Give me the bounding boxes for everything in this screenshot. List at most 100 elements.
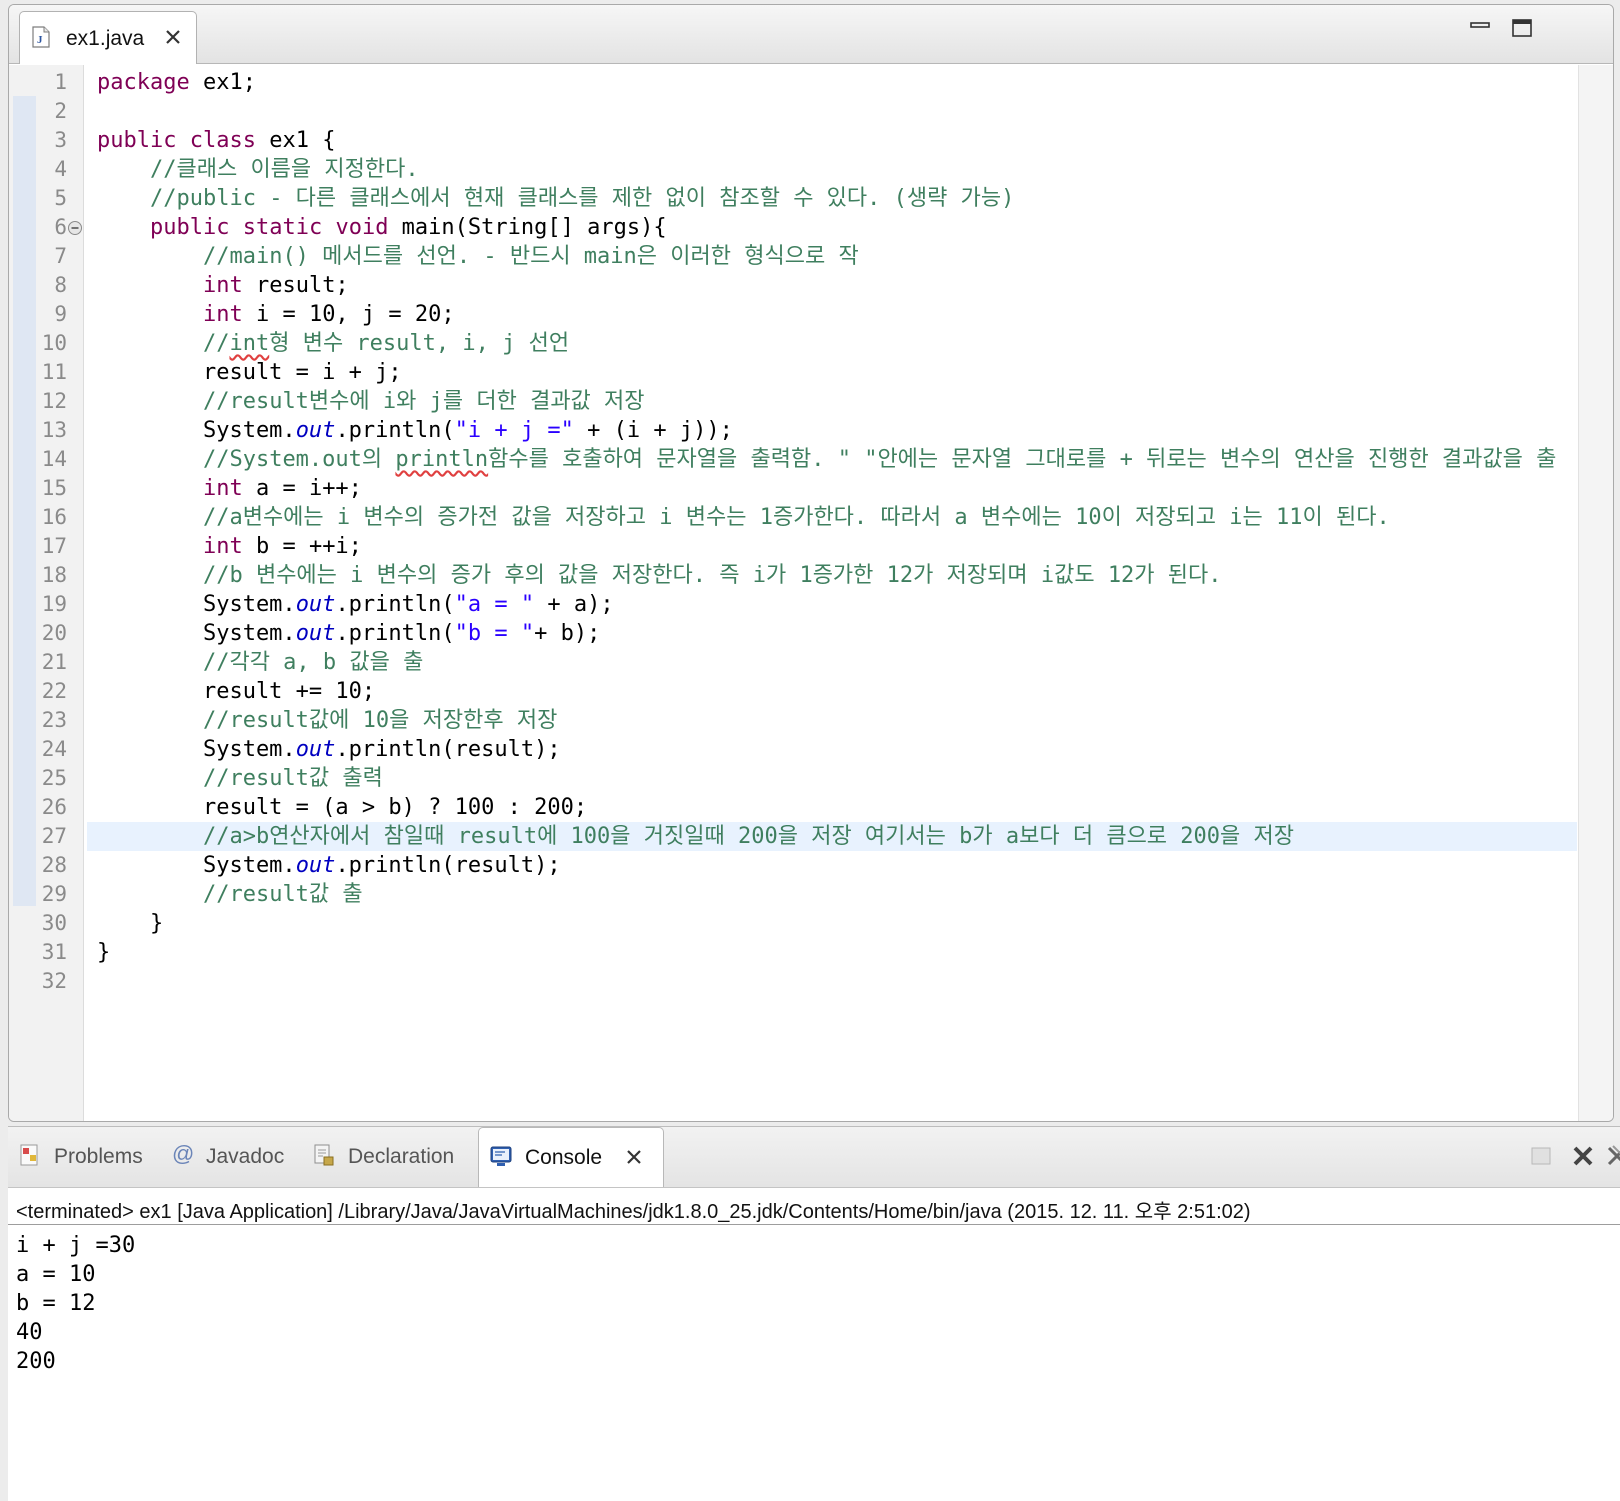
line-number: 18 [41, 563, 67, 587]
line-number: 27 [41, 824, 67, 848]
code-line[interactable]: //result값에 10을 저장한후 저장 [97, 706, 557, 735]
code-token: "a = " [454, 592, 535, 617]
at-sign-icon: @ [172, 1141, 195, 1166]
code-line[interactable]: public class ex1 { [97, 126, 335, 155]
code-token: result; [242, 273, 349, 298]
terminate-icon[interactable] [1528, 1143, 1554, 1169]
code-token: println [395, 447, 489, 472]
code-token: int [229, 331, 270, 356]
declaration-icon [312, 1143, 336, 1167]
code-token: //a>b연산자에서 참일때 result에 100을 거짓일때 200을 저장… [202, 824, 1294, 849]
minimize-icon[interactable] [1469, 17, 1491, 39]
code-line[interactable]: System.out.println("b = "+ b); [97, 619, 600, 648]
code-token: System. [97, 592, 296, 617]
code-token: //public - 다른 클래스에서 현재 클래스를 제한 없이 참조할 수 … [149, 186, 1015, 211]
line-number: 11 [41, 360, 67, 384]
code-line[interactable]: } [97, 909, 163, 938]
line-number: 10 [41, 331, 67, 355]
tab-console-label: Console [525, 1146, 603, 1169]
code-line[interactable]: //result변수에 i와 j를 더한 결과값 저장 [97, 387, 645, 416]
code-line[interactable]: //a>b연산자에서 참일때 result에 100을 거짓일때 200을 저장… [97, 822, 1294, 851]
console-output-line: 200 [16, 1349, 56, 1374]
code-line[interactable]: //System.out의 println함수를 호출하여 문자열을 출력함. … [97, 445, 1556, 474]
code-line[interactable]: int result; [97, 271, 349, 300]
tab-problems[interactable]: Problems [14, 1127, 162, 1187]
tab-declaration[interactable]: Declaration [308, 1127, 472, 1187]
code-token: //각각 a, b 값을 출 [202, 650, 424, 675]
code-line[interactable]: System.out.println(result); [97, 735, 561, 764]
tab-console[interactable]: Console [478, 1127, 664, 1187]
code-line[interactable]: } [97, 938, 110, 967]
line-number: 24 [41, 737, 67, 761]
code-line[interactable]: //a변수에는 i 변수의 증가전 값을 저장하고 i 변수는 1증가한다. 따… [97, 503, 1390, 532]
code-token: //result값 출력 [202, 766, 383, 791]
code-line[interactable]: //result값 출력 [97, 764, 383, 793]
code-token: } [97, 911, 164, 936]
line-number: 28 [41, 853, 67, 877]
code-line[interactable]: //클래스 이름을 지정한다. [97, 155, 419, 184]
tab-javadoc[interactable]: @ Javadoc [168, 1127, 298, 1187]
code-token: //result변수에 i와 j를 더한 결과값 저장 [202, 389, 645, 414]
editor-tab-ex1-java[interactable]: J ex1.java [19, 11, 197, 64]
close-icon[interactable] [625, 1148, 643, 1166]
console-divider [8, 1224, 1620, 1225]
code-line[interactable]: System.out.println(result); [97, 851, 561, 880]
remove-all-terminated-icon[interactable] [1604, 1143, 1620, 1169]
code-token: .println( [335, 592, 455, 617]
code-line[interactable]: public static void main(String[] args){ [97, 213, 667, 242]
code-token: .println( [335, 418, 455, 443]
close-icon[interactable] [164, 28, 182, 46]
fold-collapse-icon[interactable] [67, 220, 83, 236]
code-token: System. [97, 737, 296, 762]
code-token: System. [97, 418, 296, 443]
code-line[interactable]: package ex1; [97, 68, 256, 97]
code-token: class [189, 128, 256, 153]
line-number: 14 [41, 447, 67, 471]
code-token: main(String[] args){ [388, 215, 667, 240]
line-number: 25 [41, 766, 67, 790]
line-number: 31 [41, 940, 67, 964]
maximize-icon[interactable] [1511, 17, 1533, 39]
code-token: package [97, 70, 190, 95]
editor-tab-bar: J ex1.java [9, 5, 1613, 64]
code-token: + (i + j)); [573, 418, 733, 443]
code-line[interactable]: int a = i++; [97, 474, 362, 503]
code-line[interactable]: //main() 메서드를 선언. - 반드시 main은 이러한 형식으로 작 [97, 242, 859, 271]
code-token: //b 변수에는 i 변수의 증가 후의 값을 저장한다. 즉 i가 1증가한 … [202, 563, 1222, 588]
line-number: 29 [41, 882, 67, 906]
line-number: 32 [41, 969, 67, 993]
code-token: out [295, 592, 336, 617]
line-number: 15 [41, 476, 67, 500]
line-number: 6 [54, 215, 67, 239]
code-line[interactable]: result = (a > b) ? 100 : 200; [97, 793, 587, 822]
tab-problems-label: Problems [54, 1145, 143, 1168]
line-number: 17 [41, 534, 67, 558]
code-line[interactable]: result = i + j; [97, 358, 402, 387]
code-token: "i + j =" [454, 418, 574, 443]
code-token: System. [97, 853, 296, 878]
code-line[interactable]: //int형 변수 result, i, j 선언 [97, 329, 569, 358]
code-line[interactable]: //각각 a, b 값을 출 [97, 648, 423, 677]
code-line[interactable]: int b = ++i; [97, 532, 362, 561]
code-line[interactable]: //result값 출 [97, 880, 363, 909]
remove-launch-icon[interactable] [1570, 1143, 1596, 1169]
code-line[interactable]: result += 10; [97, 677, 375, 706]
code-line[interactable]: //b 변수에는 i 변수의 증가 후의 값을 저장한다. 즉 i가 1증가한 … [97, 561, 1222, 590]
code-token: result = (a > b) ? 100 : 200; [97, 795, 588, 820]
code-line[interactable]: int i = 10, j = 20; [97, 300, 455, 329]
java-file-icon: J [32, 26, 50, 48]
code-line[interactable]: System.out.println("i + j =" + (i + j)); [97, 416, 733, 445]
code-line[interactable]: //public - 다른 클래스에서 현재 클래스를 제한 없이 참조할 수 … [97, 184, 1014, 213]
console-view: Problems @ Javadoc Declaration Console <… [8, 1126, 1620, 1501]
overview-ruler[interactable] [1578, 65, 1613, 1121]
code-line[interactable]: System.out.println("a = " + a); [97, 590, 614, 619]
